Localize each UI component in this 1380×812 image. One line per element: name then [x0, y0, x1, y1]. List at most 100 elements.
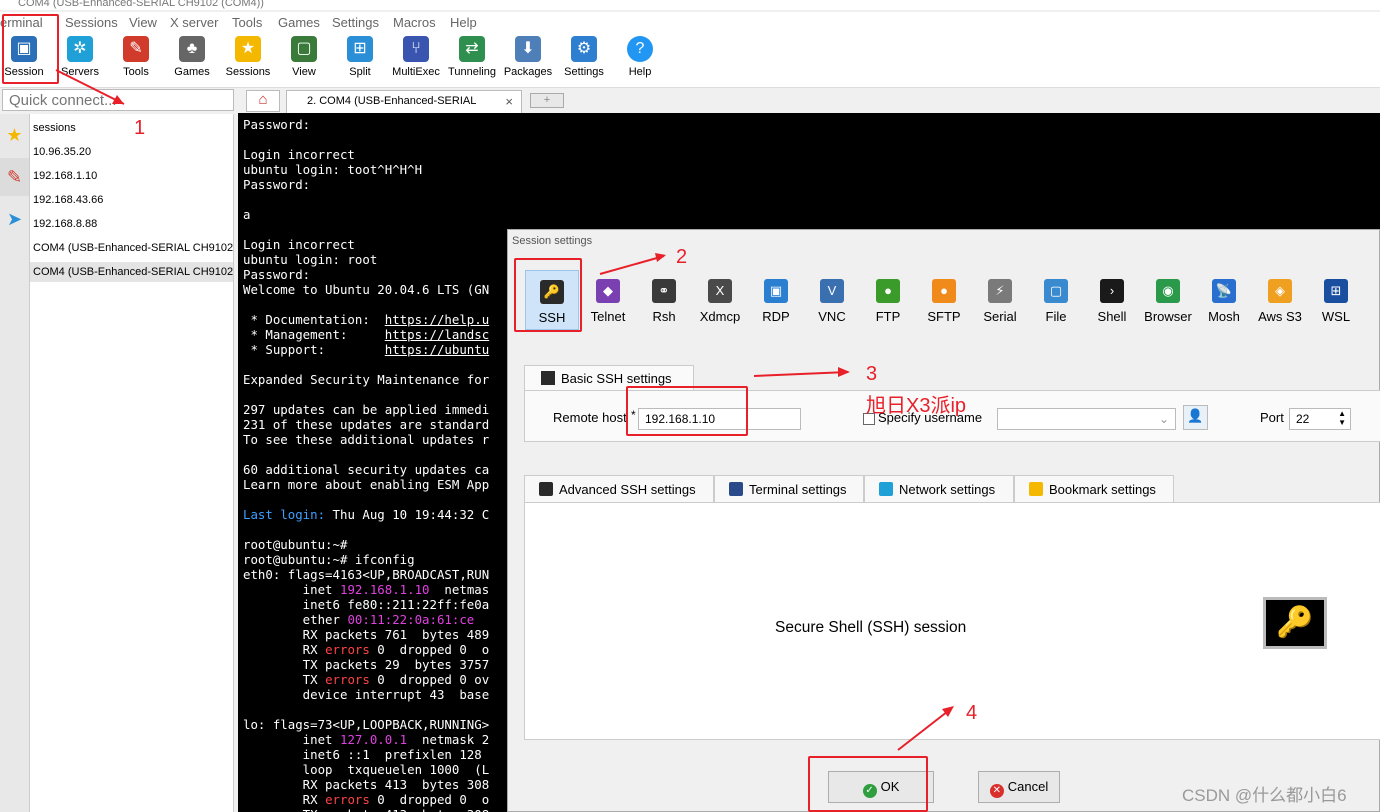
menu-item-2[interactable]: View — [129, 15, 157, 30]
split-icon: ⊞ — [347, 36, 373, 62]
menu-item-7[interactable]: Macros — [393, 15, 436, 30]
session-type-label: Xdmcp — [699, 309, 741, 324]
toolbar-games-button[interactable]: ♣ Games — [164, 34, 220, 86]
toolbar-packages-button[interactable]: ⬇ Packages — [500, 34, 556, 86]
terminal-text: 192.168.1.10 — [339, 582, 430, 597]
star-icon[interactable]: ★ — [0, 116, 29, 154]
toolbar-settings-button[interactable]: ⚙ Settings — [556, 34, 612, 86]
ssh-key-icon: 🔑 — [1263, 597, 1327, 649]
toolbar-label: Split — [349, 66, 371, 78]
session-type-label: WSL — [1321, 309, 1351, 324]
tab-terminal-settings[interactable]: Terminal settings — [714, 475, 864, 503]
session-type-sftp[interactable]: ● SFTP — [917, 270, 971, 330]
session-type-shell[interactable]: › Shell — [1085, 270, 1139, 330]
menu-item-4[interactable]: Tools — [232, 15, 262, 30]
toolbar-view-button[interactable]: ▢ View — [276, 34, 332, 86]
terminal-line: Login incorrect — [243, 147, 1380, 162]
session-type-xdmcp[interactable]: X Xdmcp — [693, 270, 747, 330]
toolbar-sessions-button[interactable]: ★ Sessions — [220, 34, 276, 86]
tools-icon: ✎ — [123, 36, 149, 62]
home-tab[interactable]: ⌂ — [246, 90, 280, 112]
session-item[interactable]: sessions — [30, 118, 233, 138]
session-type-label: RDP — [762, 309, 790, 324]
help-icon: ? — [627, 36, 653, 62]
terminal-text: https://ubuntu — [384, 342, 490, 357]
toolbar-help-button[interactable]: ? Help — [612, 34, 668, 86]
session-type-ftp[interactable]: ● FTP — [861, 270, 915, 330]
ftp-icon: ● — [876, 279, 900, 303]
session-type-rsh[interactable]: ⚭ Rsh — [637, 270, 691, 330]
terminal-text: 127.0.0.1 — [339, 732, 408, 747]
session-item[interactable]: 192.168.43.66 — [30, 190, 233, 210]
tab-basic-label: Basic SSH settings — [561, 371, 672, 386]
annotation-box-remote-host — [626, 386, 748, 436]
terminal-text: Learn more about enabling ESM App — [243, 477, 490, 492]
toolbar-multiexec-button[interactable]: ⑂ MultiExec — [388, 34, 444, 86]
menu-item-1[interactable]: Sessions — [65, 15, 118, 30]
mobaxterm-window: COM4 (USB-Enhanced-SERIAL CH9102 (COM4))… — [0, 0, 1380, 812]
terminal-text: lo: flags=73<UP,LOOPBACK,RUNNING> — [243, 717, 490, 732]
menu-item-5[interactable]: Games — [278, 15, 320, 30]
session-item[interactable]: 192.168.8.88 — [30, 214, 233, 234]
toolbar-servers-button[interactable]: ✲ Servers — [52, 34, 108, 86]
new-tab-button[interactable]: + — [530, 93, 564, 108]
toolbar-split-button[interactable]: ⊞ Split — [332, 34, 388, 86]
toolbar-tunneling-button[interactable]: ⇄ Tunneling — [444, 34, 500, 86]
username-select[interactable]: ⌄ — [997, 408, 1176, 430]
user-manager-button[interactable]: 👤 — [1183, 405, 1208, 430]
session-item[interactable]: COM4 (USB-Enhanced-SERIAL CH9102 (C — [30, 262, 233, 282]
cancel-label: Cancel — [1007, 779, 1049, 794]
mosh-icon: 📡 — [1212, 279, 1236, 303]
terminal-text: inet6 fe80::211:22ff:fe0a — [243, 597, 490, 612]
close-icon: ✕ — [989, 784, 1004, 798]
session-item[interactable]: 10.96.35.20 — [30, 142, 233, 162]
menu-item-6[interactable]: Settings — [332, 15, 379, 30]
session-type-label: File — [1045, 309, 1067, 324]
session-type-label: SFTP — [927, 309, 961, 324]
session-type-aws-s3[interactable]: ◈ Aws S3 — [1253, 270, 1307, 330]
menu-item-3[interactable]: X server — [170, 15, 218, 30]
session-type-telnet[interactable]: ◆ Telnet — [581, 270, 635, 330]
annotation-number-3: 3 — [866, 363, 878, 385]
tunneling-icon: ⇄ — [459, 36, 485, 62]
tab-close-button[interactable]: × — [505, 94, 513, 109]
terminal-text: 297 updates can be applied immedi — [243, 402, 490, 417]
tab-bookmark-settings[interactable]: Bookmark settings — [1014, 475, 1174, 503]
chevron-down-icon: ⌄ — [1158, 412, 1169, 426]
terminal-text: TX packets 413 bytes 308 — [243, 807, 490, 812]
session-type-vnc[interactable]: V VNC — [805, 270, 859, 330]
tools-icon[interactable]: ✎ — [0, 158, 29, 196]
session-item[interactable]: COM4 (USB-Enhanced-SERIAL CH9102 (C — [30, 238, 233, 258]
toolbar-label: Servers — [61, 66, 99, 78]
cancel-button[interactable]: ✕ Cancel — [978, 771, 1060, 803]
terminal-text: Expanded Security Maintenance for — [243, 372, 490, 387]
quick-connect-input[interactable] — [2, 89, 234, 111]
menu-item-8[interactable]: Help — [450, 15, 477, 30]
toolbar-tools-button[interactable]: ✎ Tools — [108, 34, 164, 86]
session-type-wsl[interactable]: ⊞ WSL — [1309, 270, 1363, 330]
tab-network-settings[interactable]: Network settings — [864, 475, 1014, 503]
session-item[interactable]: 192.168.1.10 — [30, 166, 233, 186]
spinner-arrows-icon[interactable]: ▲ ▼ — [1338, 409, 1346, 427]
session-type-mosh[interactable]: 📡 Mosh — [1197, 270, 1251, 330]
terminal-text: Welcome to Ubuntu 20.04.6 LTS (GN — [243, 282, 490, 297]
tab-advanced-ssh-settings[interactable]: Advanced SSH settings — [524, 475, 714, 503]
session-type-label: VNC — [818, 309, 846, 324]
toolbar-label: View — [292, 66, 316, 78]
terminal-text: root@ubuntu:~# — [243, 537, 348, 552]
servers-icon: ✲ — [67, 36, 93, 62]
port-input[interactable]: 22 ▲ ▼ — [1289, 408, 1351, 430]
terminal-text: ether — [243, 612, 348, 627]
terminal-text: 231 of these updates are standard — [243, 417, 490, 432]
tab-com4[interactable]: 2. COM4 (USB-Enhanced-SERIAL × — [286, 90, 522, 113]
session-type-file[interactable]: ▢ File — [1029, 270, 1083, 330]
terminal-line: ubuntu login: toot^H^H^H — [243, 162, 1380, 177]
session-type-serial[interactable]: ⚡ Serial — [973, 270, 1027, 330]
annotation-number-4: 4 — [966, 702, 978, 724]
session-type-rdp[interactable]: ▣ RDP — [749, 270, 803, 330]
session-type-browser[interactable]: ◉ Browser — [1141, 270, 1195, 330]
user-icon: 👤 — [1187, 408, 1204, 423]
toolbar-label: Help — [628, 66, 652, 78]
send-icon[interactable]: ➤ — [0, 200, 29, 238]
